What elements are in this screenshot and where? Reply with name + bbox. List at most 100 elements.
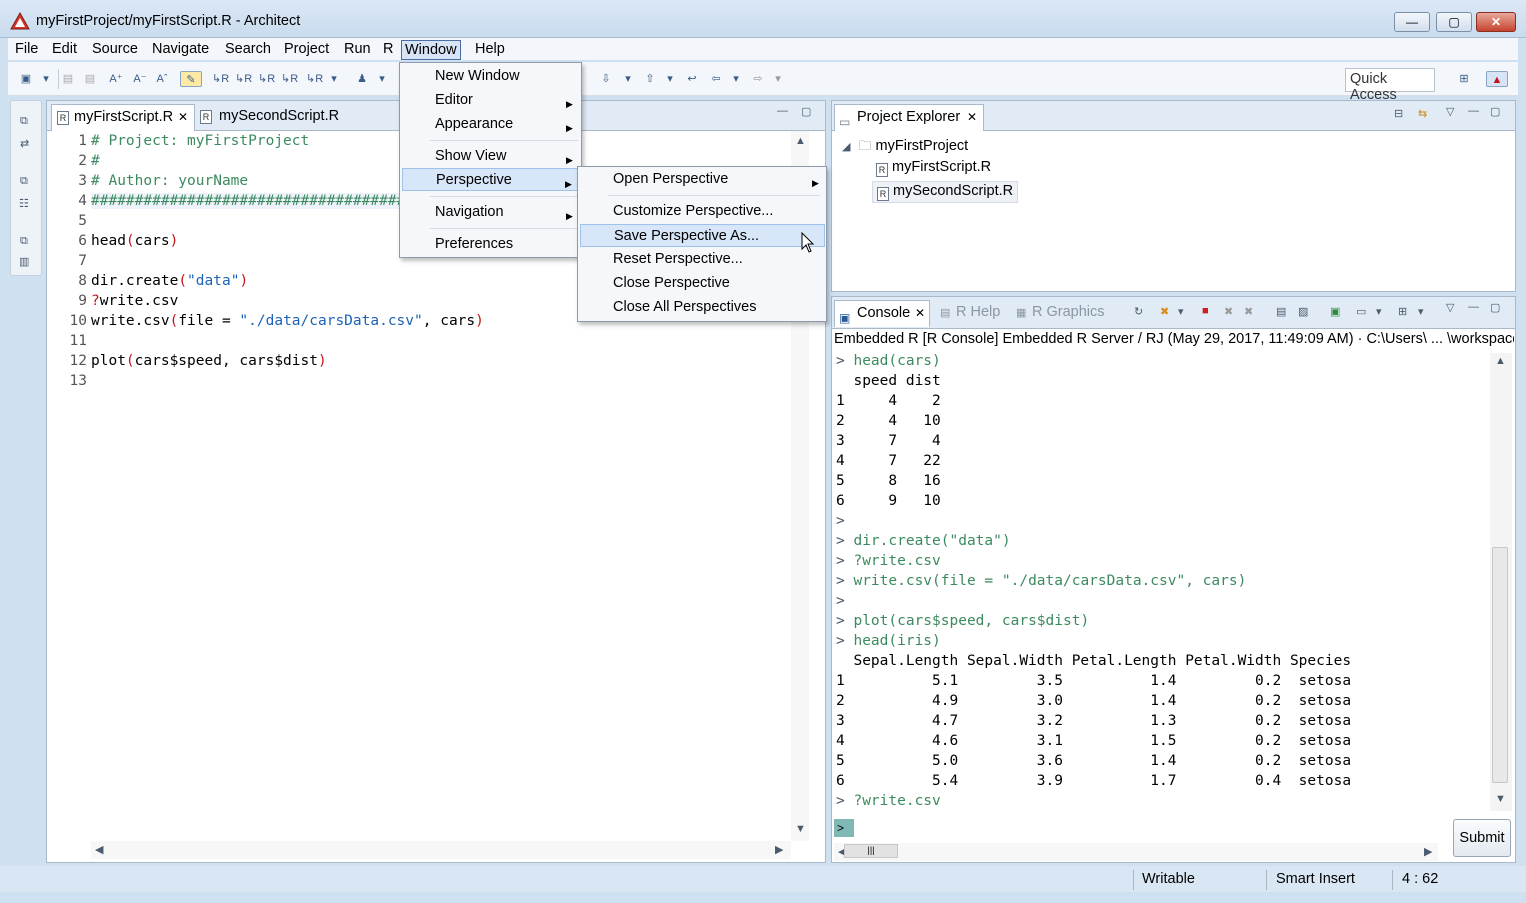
code-line[interactable]: # Author: yourName <box>91 173 248 189</box>
run-r-file-icon[interactable]: ↳R <box>281 71 298 87</box>
scroll-thumb[interactable]: ||| <box>844 844 898 858</box>
pin-console-icon[interactable]: ▣ <box>1330 305 1340 318</box>
forward-icon[interactable]: ⇨ <box>750 71 766 87</box>
scroll-down-icon[interactable]: ▼ <box>795 823 806 835</box>
restore-icon[interactable]: ⧉ <box>20 235 28 248</box>
menu-source[interactable]: Source <box>89 40 141 60</box>
tasks-icon[interactable]: ▥ <box>19 255 29 268</box>
scroll-lock-icon[interactable]: ▨ <box>1298 305 1308 318</box>
editor-horizontal-scrollbar[interactable]: ◀ ▶ <box>91 841 791 859</box>
cancel-icon[interactable]: ↻ <box>1134 305 1143 318</box>
code-line[interactable]: dir.create("data") <box>91 273 248 289</box>
outline-icon[interactable]: ⇄ <box>20 137 29 150</box>
dropdown-arrow-icon[interactable]: ▾ <box>1376 305 1382 318</box>
stop-icon[interactable]: ■ <box>1202 305 1209 317</box>
minimize-view-icon[interactable]: — <box>777 105 788 117</box>
dropdown-arrow-icon[interactable]: ▾ <box>38 71 54 87</box>
submit-button[interactable]: Submit <box>1453 819 1511 857</box>
tab-r-help[interactable]: ▤ R Help <box>936 300 1010 327</box>
minimize-view-icon[interactable]: — <box>1468 301 1479 313</box>
run-r-submit-icon[interactable]: ↳R <box>306 71 323 87</box>
run-r-icon[interactable]: ↳R <box>212 71 229 87</box>
scroll-up-icon[interactable]: ▲ <box>795 135 806 147</box>
menu-item-customize-perspective[interactable]: Customize Perspective... <box>580 200 824 223</box>
menu-help[interactable]: Help <box>472 40 508 60</box>
next-annotation-icon[interactable]: ⇩ <box>598 71 614 87</box>
dropdown-arrow-icon[interactable]: ▾ <box>1418 305 1424 318</box>
structure-icon[interactable]: ☷ <box>19 197 29 210</box>
scroll-down-icon[interactable]: ▼ <box>1495 793 1506 805</box>
menu-item-save-perspective-as[interactable]: Save Perspective As... <box>580 224 825 247</box>
menu-navigate[interactable]: Navigate <box>149 40 212 60</box>
dropdown-arrow-icon[interactable]: ▾ <box>374 71 390 87</box>
view-menu-icon[interactable]: ▽ <box>1446 105 1454 118</box>
menu-item-perspective[interactable]: Perspective ▶ <box>402 168 579 191</box>
console-input-prompt[interactable]: > <box>834 819 854 837</box>
menu-item-show-view[interactable]: Show View ▶ <box>402 145 578 168</box>
close-tab-icon[interactable]: ✕ <box>915 301 925 326</box>
console-scroll-thumb[interactable] <box>1492 547 1508 783</box>
architect-perspective-icon[interactable]: ▲ <box>1486 71 1508 87</box>
save-all-icon[interactable]: ▤ <box>82 71 98 87</box>
menu-item-appearance[interactable]: Appearance ▶ <box>402 113 578 136</box>
scroll-left-icon[interactable]: ◀ <box>95 843 103 856</box>
code-line[interactable]: # <box>91 153 100 169</box>
tab-project-explorer[interactable]: ▭ Project Explorer ✕ <box>834 104 984 131</box>
display-console-icon[interactable]: ▭ <box>1356 305 1366 318</box>
last-edit-icon[interactable]: ↩ <box>684 71 700 87</box>
remove-launch-icon[interactable]: ✖ <box>1224 305 1233 318</box>
minimize-view-icon[interactable]: — <box>1468 105 1479 117</box>
dropdown-arrow-icon[interactable]: ▾ <box>620 71 636 87</box>
maximize-button[interactable]: ▢ <box>1436 12 1472 32</box>
menu-edit[interactable]: Edit <box>49 40 80 60</box>
increase-font-icon[interactable]: A⁺ <box>108 71 124 87</box>
console-horizontal-scrollbar[interactable]: ◀ ||| ▶ <box>834 843 1438 861</box>
highlight-toggle-icon[interactable]: ✎ <box>180 71 202 87</box>
link-editor-icon[interactable]: ⇆ <box>1418 107 1427 120</box>
maximize-view-icon[interactable]: ▢ <box>1490 105 1500 118</box>
dropdown-arrow-icon[interactable]: ▾ <box>326 71 342 87</box>
tab-mysecondscript[interactable]: R mySecondScript.R <box>197 104 347 131</box>
run-r-selection-icon[interactable]: ↳R <box>258 71 275 87</box>
back-icon[interactable]: ⇦ <box>708 71 724 87</box>
menu-run[interactable]: Run <box>341 40 374 60</box>
font-icon[interactable]: Aˆ <box>154 71 170 87</box>
code-line[interactable]: # Project: myFirstProject <box>91 133 309 149</box>
close-tab-icon[interactable]: ✕ <box>178 105 188 130</box>
menu-item-close-perspective[interactable]: Close Perspective <box>580 272 824 295</box>
dropdown-arrow-icon[interactable]: ▾ <box>770 71 786 87</box>
minimize-button[interactable]: — <box>1394 12 1430 32</box>
dropdown-arrow-icon[interactable]: ▾ <box>1178 305 1184 318</box>
tree-file-row-selected[interactable]: R mySecondScript.R <box>872 181 1019 203</box>
new-console-icon[interactable]: ⊞ <box>1398 305 1407 318</box>
expand-arrow-icon[interactable]: ◢ <box>842 141 850 153</box>
terminate-icon[interactable]: ✖ <box>1160 305 1169 318</box>
debug-person-icon[interactable]: ♟ <box>354 71 370 87</box>
menu-search[interactable]: Search <box>222 40 274 60</box>
code-line[interactable]: ?write.csv <box>91 293 178 309</box>
quick-access-input[interactable]: Quick Access <box>1345 68 1435 103</box>
tab-console[interactable]: ▣ Console ✕ <box>834 300 930 327</box>
decrease-font-icon[interactable]: A⁻ <box>132 71 148 87</box>
menu-item-editor[interactable]: Editor ▶ <box>402 89 578 112</box>
maximize-view-icon[interactable]: ▢ <box>1490 301 1500 314</box>
tree-project-row[interactable]: ◢ 🗀 myFirstProject <box>842 137 968 159</box>
code-line[interactable]: write.csv(file = "./data/carsData.csv", … <box>91 313 484 329</box>
menu-window[interactable]: Window <box>401 40 461 60</box>
menu-item-new-window[interactable]: New Window <box>402 65 578 88</box>
menu-item-close-all-perspectives[interactable]: Close All Perspectives <box>580 296 824 319</box>
restore-icon[interactable]: ⧉ <box>20 115 28 128</box>
menu-file[interactable]: File <box>12 40 41 60</box>
run-r-line-icon[interactable]: ↳R <box>235 71 252 87</box>
collapse-all-icon[interactable]: ⊟ <box>1394 107 1403 120</box>
new-icon[interactable]: ▣ <box>18 71 34 87</box>
menu-r[interactable]: R <box>380 40 396 60</box>
save-icon[interactable]: ▤ <box>60 71 76 87</box>
scroll-right-icon[interactable]: ▶ <box>1424 845 1432 858</box>
dropdown-arrow-icon[interactable]: ▾ <box>728 71 744 87</box>
menu-item-preferences[interactable]: Preferences <box>402 233 578 256</box>
dropdown-arrow-icon[interactable]: ▾ <box>662 71 678 87</box>
code-line[interactable]: plot(cars$speed, cars$dist) <box>91 353 327 369</box>
menu-project[interactable]: Project <box>281 40 332 60</box>
restore-icon[interactable]: ⧉ <box>20 175 28 188</box>
